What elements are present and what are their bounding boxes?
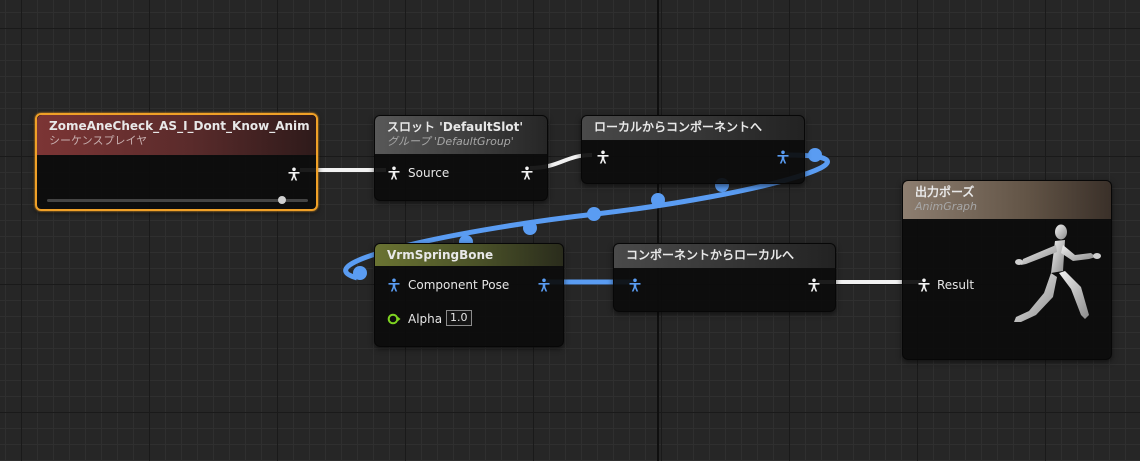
result-input-pin[interactable]	[917, 278, 931, 292]
component-pose-pin-icon	[629, 278, 641, 292]
component-pose-pin-label: Component Pose	[408, 278, 510, 292]
alpha-pin-label: Alpha	[408, 312, 443, 326]
wire-bubble	[523, 221, 537, 235]
node-header[interactable]: コンポーネントからローカルへ	[614, 244, 835, 268]
node-title: コンポーネントからローカルへ	[626, 248, 795, 262]
component-pose-input-pin[interactable]	[628, 278, 642, 292]
alpha-input-pin[interactable]	[387, 312, 401, 326]
node-header[interactable]: VrmSpringBone	[375, 244, 563, 266]
pose-pin-icon	[288, 167, 300, 181]
component-pose-input-pin[interactable]	[387, 278, 401, 292]
node-header[interactable]: スロット 'DefaultSlot' グループ 'DefaultGroup'	[375, 116, 547, 154]
node-title: ローカルからコンポーネントへ	[594, 120, 763, 134]
source-pin-label: Source	[408, 166, 450, 180]
node-subtitle: グループ 'DefaultGroup'	[387, 135, 514, 148]
component-pose-output-pin[interactable]	[537, 278, 551, 292]
pose-output-pin[interactable]	[520, 166, 534, 180]
node-header[interactable]: 出力ポーズ AnimGraph	[903, 181, 1111, 219]
node-title: 出力ポーズ	[915, 185, 975, 199]
node-subtitle: AnimGraph	[915, 200, 978, 213]
play-progress-track[interactable]	[47, 199, 308, 202]
running-mannequin-icon	[1014, 224, 1101, 322]
pose-pin-icon	[918, 278, 930, 292]
pose-pin-icon	[808, 278, 820, 292]
pose-pin-icon	[521, 166, 533, 180]
wire-bubble	[808, 148, 822, 162]
wire-bubble	[651, 193, 665, 207]
component-pose-pin-icon	[777, 150, 789, 164]
node-title: VrmSpringBone	[387, 248, 494, 262]
float-pin-icon	[387, 313, 401, 325]
sequence-player-node[interactable]: ZomeAneCheck_AS_I_Dont_Know_Anim シーケンスプレ…	[35, 113, 318, 211]
node-title: スロット 'DefaultSlot'	[387, 120, 524, 134]
wire-bubble	[353, 266, 367, 280]
source-input-pin[interactable]	[387, 166, 401, 180]
local-pose-input-pin[interactable]	[596, 150, 610, 164]
local-pose-output-pin[interactable]	[807, 278, 821, 292]
wire-bubble	[587, 207, 601, 221]
play-progress-knob[interactable]	[277, 196, 286, 204]
component-to-local-node[interactable]: コンポーネントからローカルへ	[613, 243, 836, 312]
component-pose-output-pin[interactable]	[776, 150, 790, 164]
alpha-value-field[interactable]: 1.0	[446, 310, 472, 326]
slot-node[interactable]: スロット 'DefaultSlot' グループ 'DefaultGroup' S…	[374, 115, 548, 201]
node-header[interactable]: ZomeAneCheck_AS_I_Dont_Know_Anim シーケンスプレ…	[37, 115, 316, 155]
component-pose-pin-icon	[538, 278, 550, 292]
node-header[interactable]: ローカルからコンポーネントへ	[582, 116, 804, 140]
local-to-component-node[interactable]: ローカルからコンポーネントへ	[581, 115, 805, 184]
vrm-spring-bone-node[interactable]: VrmSpringBone Component Pose Alpha 1.0	[374, 243, 564, 347]
component-pose-pin-icon	[388, 278, 400, 292]
pose-output-pin[interactable]	[287, 167, 301, 181]
node-title: ZomeAneCheck_AS_I_Dont_Know_Anim	[49, 119, 310, 133]
output-pose-node[interactable]: 出力ポーズ AnimGraph Result	[902, 180, 1112, 360]
pose-pin-icon	[597, 150, 609, 164]
pose-pin-icon	[388, 166, 400, 180]
result-pin-label: Result	[937, 278, 975, 292]
node-subtitle: シーケンスプレイヤ	[49, 134, 148, 147]
